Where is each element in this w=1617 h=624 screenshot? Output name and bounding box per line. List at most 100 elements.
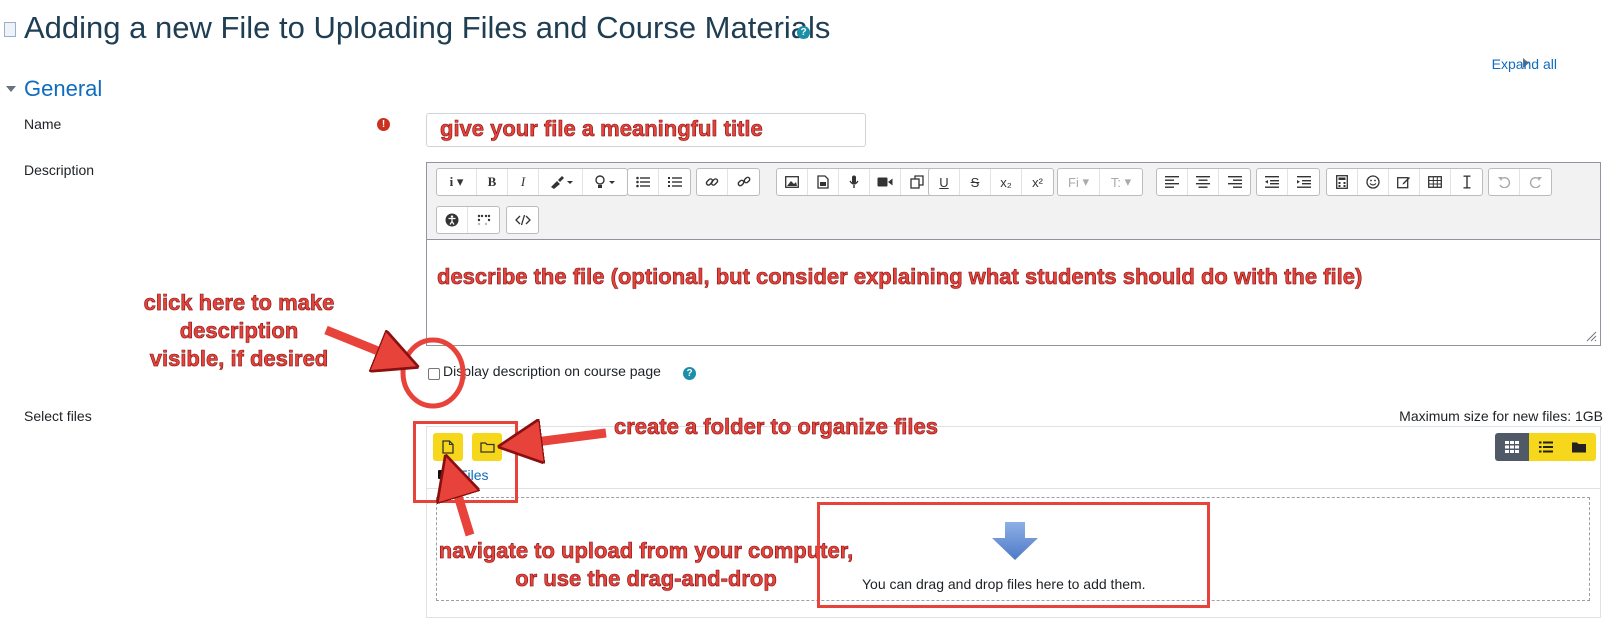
undo-icon	[1498, 176, 1511, 188]
section-title-general[interactable]: General	[24, 76, 102, 102]
indent-button[interactable]	[1288, 169, 1319, 195]
code-icon	[514, 214, 531, 226]
resize-handle-icon[interactable]	[1585, 330, 1597, 342]
help-icon[interactable]: ?	[683, 367, 696, 380]
file-icon	[4, 22, 16, 37]
edit-icon	[1397, 177, 1410, 189]
toolbar-group-accessibility	[436, 206, 500, 234]
toolbar-group-lists	[627, 168, 691, 196]
folder-icon	[1572, 442, 1587, 453]
document-media-icon	[817, 175, 829, 189]
underline-button[interactable]: U	[929, 169, 960, 195]
toolbar-group-font: Fi ▾ T: ▾	[1057, 168, 1143, 196]
editor-toolbar: i ▾ B I U S x₂ x² Fi ▾ T: ▾	[426, 162, 1601, 240]
font-color-button[interactable]	[539, 169, 583, 195]
align-right-button[interactable]	[1219, 169, 1250, 195]
annotation-folder: create a folder to organize files	[614, 414, 939, 440]
subscript-button[interactable]: x₂	[991, 169, 1022, 195]
redo-icon	[1529, 176, 1542, 188]
image-button[interactable]	[777, 169, 808, 195]
outdent-icon	[1265, 176, 1279, 188]
annotation-description: describe the file (optional, but conside…	[437, 264, 1363, 290]
emoticon-button[interactable]	[1358, 169, 1389, 195]
calculator-icon	[1336, 175, 1348, 189]
indent-icon	[1296, 176, 1311, 188]
screenreader-helper-button[interactable]	[468, 207, 499, 233]
copy-files-icon	[909, 175, 924, 189]
grid-icon	[1504, 441, 1519, 453]
select-files-label: Select files	[24, 408, 92, 424]
edit-button[interactable]	[1389, 169, 1420, 195]
name-label: Name	[24, 116, 62, 132]
annotation-upload-line1: navigate to upload from your computer,	[438, 538, 854, 564]
help-icon[interactable]: ?	[797, 26, 810, 39]
record-audio-button[interactable]	[839, 169, 870, 195]
clear-formatting-button[interactable]	[1451, 169, 1482, 195]
highlight-box-buttons	[413, 421, 518, 503]
accessibility-checker-button[interactable]	[437, 207, 468, 233]
align-left-button[interactable]	[1157, 169, 1188, 195]
bold-button[interactable]: B	[477, 169, 508, 195]
required-icon: !	[377, 118, 390, 131]
caret-down-icon[interactable]	[6, 86, 16, 92]
toolbar-group-links	[696, 168, 760, 196]
html-source-button[interactable]	[507, 207, 538, 233]
tree-view-button[interactable]	[1562, 433, 1596, 461]
align-center-icon	[1196, 176, 1210, 188]
toolbar-group-html	[506, 206, 539, 234]
unordered-list-button[interactable]	[628, 169, 659, 195]
toolbar-group-insert	[1326, 168, 1483, 196]
table-icon	[1428, 176, 1442, 188]
equation-button[interactable]	[1327, 169, 1358, 195]
divider	[427, 488, 1600, 489]
link-button[interactable]	[697, 169, 728, 195]
list-view-button[interactable]	[1528, 433, 1563, 461]
toolbar-group-align	[1156, 168, 1251, 196]
redo-button[interactable]	[1520, 169, 1551, 195]
smiley-icon	[1366, 175, 1380, 189]
grid-view-button[interactable]	[1495, 433, 1529, 461]
description-label: Description	[24, 162, 95, 178]
braille-icon	[477, 214, 490, 226]
superscript-button[interactable]: x²	[1022, 169, 1053, 195]
ordered-list-button[interactable]	[659, 169, 690, 195]
toolbar-group-media	[776, 168, 933, 196]
strikethrough-button[interactable]: S	[960, 169, 991, 195]
page-title: Adding a new File to Uploading Files and…	[24, 10, 831, 45]
accessibility-icon	[445, 213, 459, 227]
expand-all-link[interactable]: Expand all	[1492, 56, 1557, 72]
table-button[interactable]	[1420, 169, 1451, 195]
annotation-visible-line1: click here to make	[143, 290, 335, 316]
align-right-icon	[1227, 176, 1242, 188]
toolbar-group-history	[1488, 168, 1552, 196]
display-description-checkbox[interactable]	[428, 368, 440, 380]
list-icon	[1538, 441, 1553, 453]
record-video-button[interactable]	[870, 169, 901, 195]
toolbar-group-format: U S x₂ x²	[928, 168, 1054, 196]
font-family-button[interactable]: Fi ▾	[1058, 169, 1100, 195]
undo-button[interactable]	[1489, 169, 1520, 195]
microphone-icon	[849, 175, 859, 188]
image-icon	[785, 176, 799, 188]
paragraph-style-button[interactable]: i ▾	[437, 169, 477, 195]
align-center-button[interactable]	[1188, 169, 1219, 195]
outdent-button[interactable]	[1257, 169, 1288, 195]
toolbar-group-indent	[1256, 168, 1320, 196]
font-size-button[interactable]: T: ▾	[1100, 169, 1142, 195]
annotation-name: give your file a meaningful title	[440, 116, 763, 142]
italic-button[interactable]: I	[508, 169, 539, 195]
view-toggle	[1495, 433, 1596, 461]
align-left-icon	[1165, 176, 1179, 188]
annotation-visible-line2: description	[179, 318, 299, 344]
link-icon	[705, 178, 719, 186]
unlink-button[interactable]	[728, 169, 759, 195]
highlight-button[interactable]	[583, 169, 627, 195]
highlight-box-dropzone	[817, 502, 1210, 608]
list-icon	[636, 176, 650, 188]
display-description-label[interactable]: Display description on course page	[443, 363, 661, 379]
annotation-visible-line3: visible, if desired	[149, 346, 329, 372]
media-button[interactable]	[808, 169, 839, 195]
brush-icon	[550, 176, 573, 189]
unlink-icon	[737, 176, 750, 187]
video-camera-icon	[877, 177, 893, 187]
